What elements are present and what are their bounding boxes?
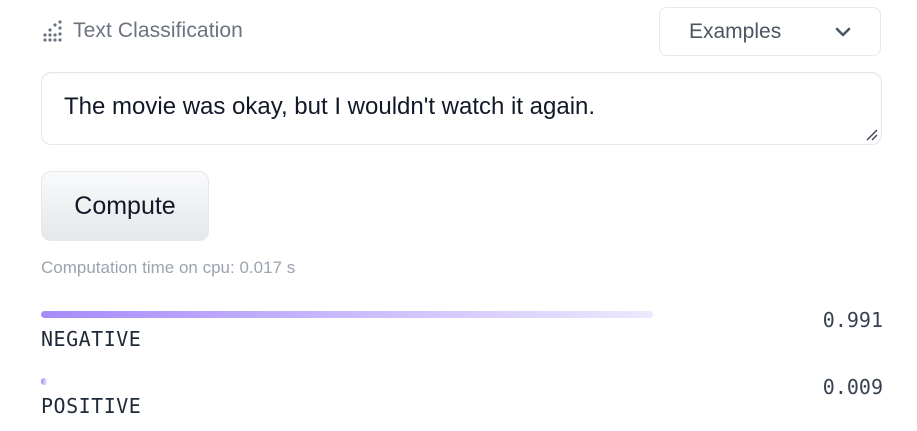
examples-dropdown[interactable]: Examples (659, 7, 881, 56)
compute-button-label: Compute (74, 191, 176, 220)
result-row-positive: POSITIVE 0.009 (41, 375, 883, 428)
chevron-down-icon (835, 27, 851, 37)
examples-label: Examples (689, 19, 782, 43)
text-classification-icon (43, 20, 62, 42)
result-row-negative: NEGATIVE 0.991 (41, 308, 883, 361)
result-bar (41, 378, 47, 385)
widget-header: Text Classification (41, 16, 243, 46)
result-bar (41, 311, 653, 318)
compute-button[interactable]: Compute (41, 171, 209, 241)
result-label: NEGATIVE (41, 327, 142, 351)
result-label: POSITIVE (41, 394, 142, 418)
text-input-value: The movie was okay, but I wouldn't watch… (64, 93, 596, 120)
task-title: Text Classification (73, 19, 243, 42)
computation-time: Computation time on cpu: 0.017 s (41, 258, 296, 277)
text-input[interactable]: The movie was okay, but I wouldn't watch… (41, 72, 882, 145)
result-score: 0.991 (822, 308, 883, 332)
result-score: 0.009 (822, 375, 883, 399)
resize-handle-icon[interactable] (865, 128, 879, 142)
